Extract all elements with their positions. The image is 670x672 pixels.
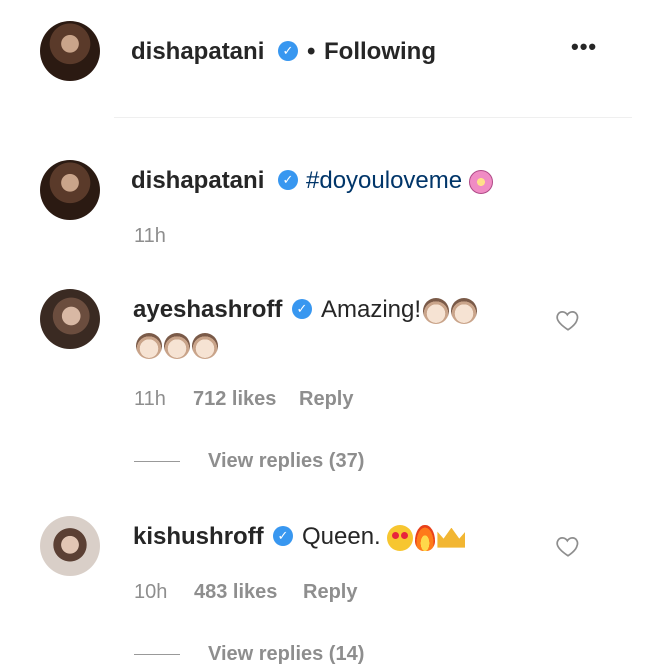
like-heart-icon[interactable] bbox=[555, 307, 581, 333]
clapping-hands-emoji-icon bbox=[423, 297, 450, 324]
comment-text: Amazing! bbox=[321, 296, 478, 324]
comment-timestamp: 10h bbox=[134, 581, 168, 603]
crown-emoji-icon bbox=[437, 527, 466, 548]
view-replies-line bbox=[134, 654, 180, 655]
flower-emoji-icon bbox=[468, 169, 493, 194]
comment-username[interactable]: ayeshashroff bbox=[133, 296, 282, 324]
comment-emoji-line bbox=[134, 331, 218, 359]
fire-emoji-icon bbox=[415, 524, 436, 551]
comment-text-content: Queen. bbox=[302, 523, 381, 550]
following-button[interactable]: Following bbox=[324, 38, 436, 66]
caption-author-avatar[interactable] bbox=[40, 160, 100, 220]
verified-badge-icon: ✓ bbox=[278, 41, 298, 61]
caption-timestamp: 11h bbox=[134, 225, 166, 247]
comment-reply-button[interactable]: Reply bbox=[299, 388, 353, 411]
verified-badge-icon: ✓ bbox=[273, 526, 293, 546]
view-replies-button[interactable]: View replies (14) bbox=[208, 643, 364, 666]
post-author-username[interactable]: dishapatani bbox=[131, 38, 264, 66]
header-separator: • bbox=[307, 38, 316, 65]
view-replies-button[interactable]: View replies (37) bbox=[208, 450, 364, 473]
comment-timestamp: 11h bbox=[134, 388, 166, 410]
more-options-icon[interactable]: ••• bbox=[571, 34, 597, 60]
comment-likes[interactable]: 712 likes bbox=[193, 388, 276, 411]
heart-eyes-emoji-icon bbox=[387, 524, 414, 551]
verified-badge-icon: ✓ bbox=[278, 170, 298, 190]
comment-username[interactable]: kishushroff bbox=[133, 523, 264, 551]
clapping-hands-emoji-icon bbox=[451, 297, 478, 324]
like-heart-icon[interactable] bbox=[555, 533, 581, 559]
verified-badge-icon: ✓ bbox=[292, 299, 312, 319]
commenter-avatar[interactable] bbox=[40, 516, 100, 576]
clapping-hands-emoji-icon bbox=[136, 332, 162, 359]
view-replies-line bbox=[134, 461, 180, 462]
clapping-hands-emoji-icon bbox=[192, 332, 218, 359]
comment-text-content: Amazing! bbox=[321, 296, 422, 323]
caption-hashtag-text[interactable]: #doyouloveme bbox=[306, 167, 462, 194]
commenter-avatar[interactable] bbox=[40, 289, 100, 349]
caption-username[interactable]: dishapatani bbox=[131, 167, 264, 195]
post-author-avatar[interactable] bbox=[40, 21, 100, 81]
comment-text: Queen. bbox=[302, 523, 466, 551]
header-divider bbox=[114, 117, 632, 118]
comment-reply-button[interactable]: Reply bbox=[303, 581, 357, 604]
comment-likes[interactable]: 483 likes bbox=[194, 581, 277, 604]
clapping-hands-emoji-icon bbox=[164, 332, 190, 359]
caption-hashtag[interactable]: #doyouloveme bbox=[306, 167, 493, 195]
